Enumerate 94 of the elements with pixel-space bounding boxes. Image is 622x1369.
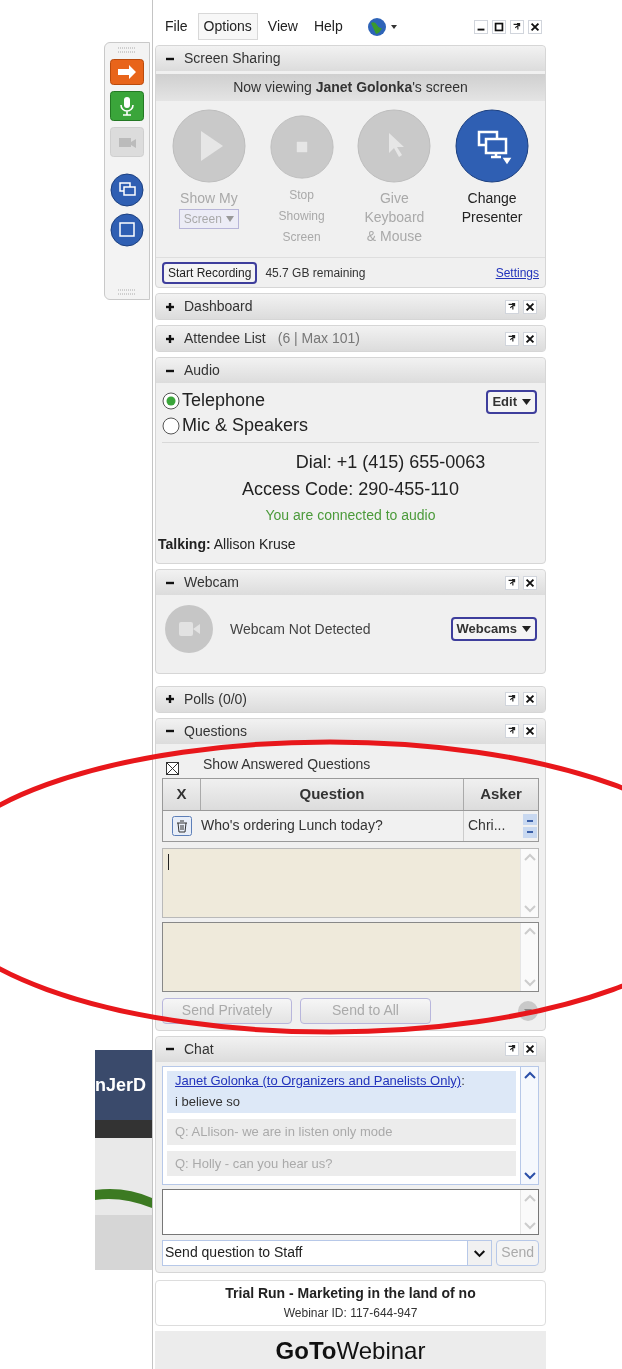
settings-link[interactable]: Settings	[495, 263, 539, 282]
webcam-icon	[164, 604, 214, 654]
table-cell-text: Chri...	[468, 816, 506, 836]
colon-text: :	[461, 1072, 465, 1088]
webinar-title: Trial Run - Marketing in the land of no	[225, 1284, 476, 1304]
audio-radio[interactable]: Telephone	[162, 388, 309, 413]
expand-icon[interactable]	[164, 300, 176, 313]
expand-icon[interactable]	[164, 332, 176, 345]
radio-icon[interactable]	[162, 416, 180, 435]
webcams-button[interactable]: Webcams	[450, 617, 537, 641]
action-label: Give Keyboard & Mouse	[364, 189, 425, 246]
microphone-icon[interactable]	[110, 91, 144, 121]
panel-header[interactable]: Chat	[156, 1036, 545, 1062]
menu-item[interactable]: Options	[197, 13, 258, 40]
popout-icon[interactable]	[505, 575, 519, 590]
popout-icon[interactable]	[505, 1042, 519, 1057]
panel-header[interactable]: Polls (0/0)	[156, 686, 545, 712]
chat-question: Q: ALlison- we are in listen only mode	[167, 1119, 516, 1145]
caret-icon	[522, 399, 531, 405]
panel-header[interactable]: Audio	[156, 358, 545, 383]
logo: GoToWebinar	[275, 1335, 426, 1366]
panel-title: Questions	[184, 721, 248, 741]
grip-icon[interactable]	[117, 289, 137, 295]
close-icon[interactable]	[528, 19, 542, 34]
close-icon[interactable]	[523, 331, 537, 346]
panel-title: Attendee List	[184, 329, 266, 348]
panel-header[interactable]: Attendee List (6 | Max 101)	[156, 326, 545, 351]
edit-button[interactable]: Edit	[486, 390, 537, 414]
popout-icon[interactable]	[505, 331, 519, 346]
window-icon[interactable]	[110, 213, 144, 247]
popout-icon[interactable]	[505, 299, 519, 314]
action-label: Show My	[180, 189, 238, 208]
popout-icon[interactable]	[505, 724, 519, 739]
close-icon[interactable]	[523, 724, 537, 739]
webcam-status: Webcam Not Detected	[230, 619, 371, 639]
menu-item[interactable]: File	[159, 13, 194, 40]
close-icon[interactable]	[523, 299, 537, 314]
radio-icon[interactable]	[162, 391, 180, 410]
scroll-bar[interactable]	[520, 1066, 538, 1184]
panel-title: Audio	[184, 361, 220, 380]
panel-title: Screen Sharing	[184, 49, 281, 68]
audio-radio[interactable]: Mic & Speakers	[162, 413, 309, 438]
caret-icon	[225, 216, 234, 222]
expand-icon[interactable]	[164, 693, 176, 706]
viewing-banner: Now viewing Janet Golonka's screen	[156, 74, 545, 101]
chevron-icon[interactable]	[467, 1240, 492, 1265]
menu-item[interactable]: Help	[307, 13, 349, 40]
dropdown-icon[interactable]	[517, 999, 539, 1022]
panel-title: Dashboard	[184, 297, 253, 316]
panel-title: Chat	[184, 1039, 214, 1059]
chat-question: Q: Holly - can you hear us?	[167, 1150, 516, 1177]
audio-status: You are connected to audio	[265, 506, 436, 525]
attendee-count: (6 | Max 101)	[277, 329, 360, 348]
popout-icon[interactable]	[505, 692, 519, 707]
show-answered-checkbox[interactable]: Show Answered Questions	[162, 743, 539, 778]
column-header[interactable]: Question	[201, 778, 464, 810]
recipient-dropdown[interactable]: Send question to Staff	[162, 1239, 493, 1266]
answer-field[interactable]	[162, 921, 539, 992]
storage-text: 45.7 GB remaining	[265, 264, 366, 282]
caret-icon	[522, 626, 531, 632]
column-header[interactable]: X	[163, 778, 201, 810]
chat-input[interactable]	[162, 1188, 539, 1235]
dial-number: Dial: +1 (415) 655-0063	[295, 451, 486, 474]
screens-icon[interactable]	[455, 109, 530, 183]
close-icon[interactable]	[523, 1042, 537, 1057]
close-icon[interactable]	[523, 575, 537, 590]
grip-icon[interactable]	[117, 47, 137, 53]
panel-header[interactable]: Webcam	[156, 570, 545, 595]
table-cell: Who's ordering Lunch today?	[201, 810, 464, 841]
menu-item[interactable]: View	[261, 13, 304, 40]
record-button[interactable]: Start Recording	[162, 261, 258, 284]
column-header[interactable]: Asker	[464, 778, 538, 810]
scroll-bar[interactable]	[520, 922, 538, 991]
webinar-id: Webinar ID: 117-644-947	[283, 1305, 418, 1323]
action-label: Stop Showing Screen	[278, 187, 325, 246]
panel-header[interactable]: Dashboard	[156, 294, 545, 319]
panel-header[interactable]: Screen Sharing	[156, 46, 545, 71]
screens-icon[interactable]	[110, 173, 144, 207]
banner-text: nJerD	[95, 1073, 147, 1097]
minimize-icon[interactable]	[474, 19, 488, 34]
talking-text: Talking: Allison Kruse	[158, 535, 297, 554]
spinner-icon[interactable]	[522, 812, 538, 839]
popout-icon[interactable]	[510, 19, 524, 34]
access-code: Access Code: 290-455-110	[242, 478, 459, 501]
close-icon[interactable]	[523, 692, 537, 707]
panel-title: Webcam	[184, 573, 239, 592]
action-label: Change Presenter	[461, 189, 523, 227]
answer-field[interactable]	[162, 847, 539, 918]
trash-icon[interactable]	[172, 815, 192, 836]
panel-title: Polls (0/0)	[184, 689, 248, 709]
maximize-icon[interactable]	[492, 19, 506, 34]
panel-header[interactable]: Questions	[156, 718, 545, 744]
scroll-bar[interactable]	[520, 1189, 538, 1234]
message-text: i believe so	[175, 1092, 242, 1111]
